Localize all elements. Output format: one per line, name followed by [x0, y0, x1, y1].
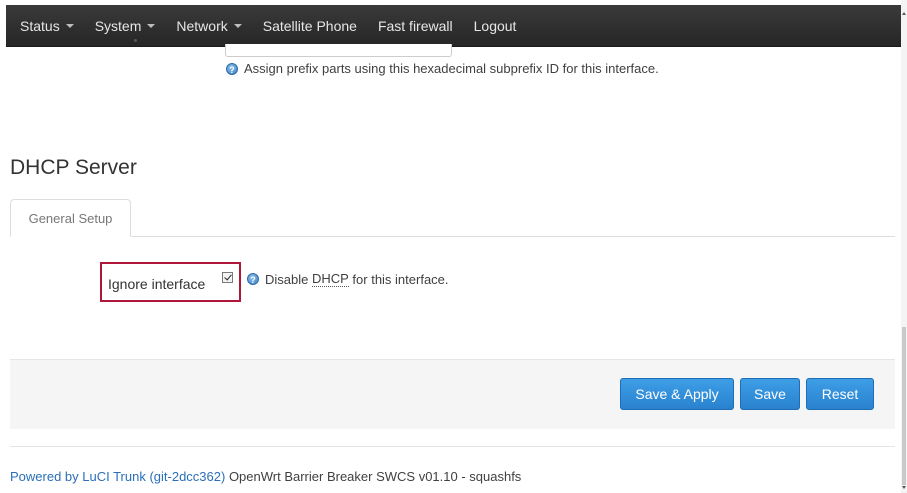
tabs-divider — [10, 236, 895, 237]
scrollbar-thumb[interactable] — [902, 327, 906, 485]
luci-link[interactable]: Powered by LuCI Trunk (git-2dcc362) — [10, 469, 225, 484]
help-icon: ? — [247, 273, 259, 285]
nav-satellite-phone[interactable]: Satellite Phone — [263, 18, 357, 34]
caret-down-icon — [233, 24, 242, 28]
dhcp-server-title: DHCP Server — [10, 156, 137, 179]
ignore-interface-label: Ignore interface — [108, 276, 206, 292]
nav-fast-firewall-label: Fast firewall — [377, 17, 453, 34]
luci-page: Status System Network Satellite Phone Fa… — [0, 0, 907, 493]
nav-logout[interactable]: Logout — [474, 18, 517, 34]
nav-system-label: System — [94, 17, 142, 34]
nav-fast-firewall[interactable]: Fast firewall — [378, 18, 453, 34]
ignore-interface-checkbox[interactable] — [222, 272, 233, 283]
help-icon: ? — [226, 62, 238, 75]
nav-status-label: Status — [20, 17, 60, 34]
nav-status-menu[interactable]: Status — [20, 18, 74, 34]
dhcp-abbr: DHCP — [311, 271, 349, 287]
reset-button[interactable]: Reset — [806, 378, 874, 410]
subprefix-help-text: ? Assign prefix parts using this hexadec… — [226, 61, 659, 76]
subprefix-help-label: Assign prefix parts using this hexadecim… — [244, 61, 659, 76]
dhcp-help-suffix: for this interface. — [348, 271, 449, 287]
scroll-up-arrow-icon[interactable] — [902, 12, 906, 15]
nav-network-menu[interactable]: Network — [176, 17, 242, 34]
nav-satellite-phone-label: Satellite Phone — [262, 17, 357, 34]
footer-version-text: OpenWrt Barrier Breaker SWCS v01.10 - sq… — [225, 469, 522, 484]
caret-down-icon — [65, 24, 74, 28]
footer-divider — [10, 446, 895, 447]
footer: Powered by LuCI Trunk (git-2dcc362) Open… — [10, 469, 521, 484]
nav-logout-label: Logout — [473, 17, 517, 34]
nav-system-menu[interactable]: System — [95, 18, 156, 34]
save-apply-button[interactable]: Save & Apply — [620, 378, 734, 410]
clipped-field-label — [130, 38, 144, 44]
dhcp-help-text: ? Disable DHCP for this interface. — [247, 271, 449, 287]
tab-general-setup[interactable]: General Setup — [10, 199, 131, 237]
ipv6-subprefix-input[interactable] — [225, 44, 452, 57]
save-button[interactable]: Save — [740, 378, 800, 410]
dhcp-help-prefix: Disable — [265, 271, 312, 287]
caret-down-icon — [147, 24, 156, 28]
nav-network-label: Network — [176, 17, 228, 34]
vertical-scrollbar[interactable] — [901, 0, 907, 493]
scroll-down-arrow-icon[interactable] — [902, 486, 906, 489]
